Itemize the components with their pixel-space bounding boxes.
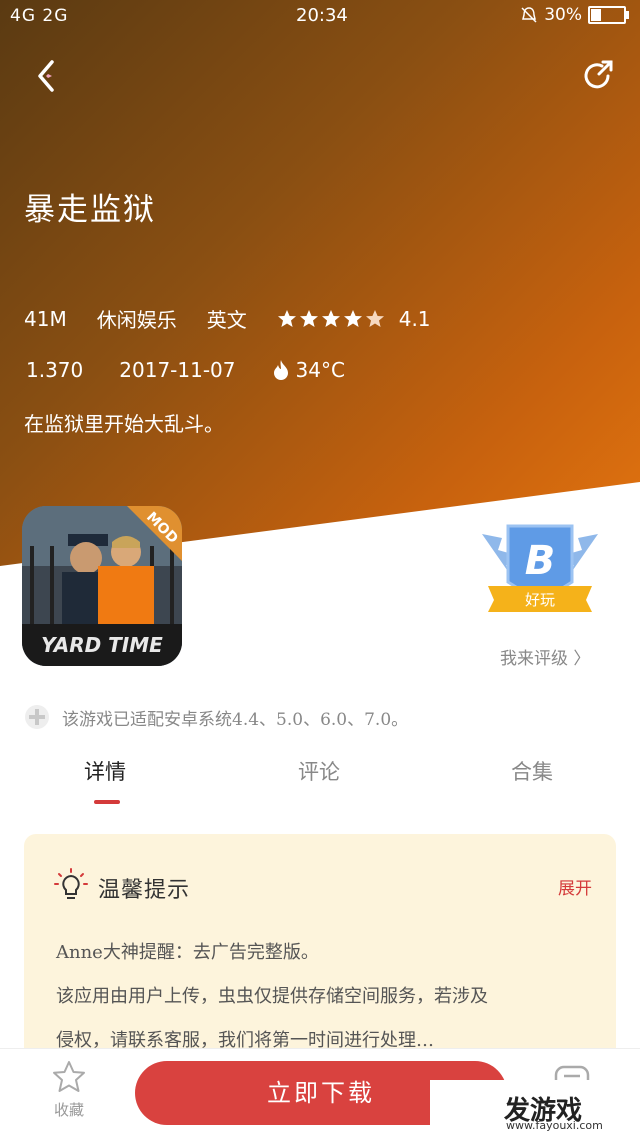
lightbulb-icon [54,868,88,899]
star-icon [299,309,318,327]
mute-icon [521,7,537,23]
rating-stars [277,309,385,329]
tab-details[interactable]: 详情 [84,756,126,786]
app-category: 休闲娱乐 [96,308,177,332]
app-icon: YARD TIME MOD [22,506,182,666]
app-title: 暴走监狱 [24,192,156,228]
tips-line: Anne大神提醒：去广告完整版。 [56,942,319,963]
heat-value: 34°C [295,358,345,382]
rating-value: 4.1 [398,306,431,331]
tab-active-indicator [94,800,120,804]
grade-letter: B [525,538,556,584]
compat-text: 该游戏已适配安卓系统4.4、5.0、6.0、7.0。 [62,709,409,730]
status-right: 30% [520,5,629,25]
app-heat: 34°C [272,358,345,382]
signal-indicator: 4G 2G [10,6,69,26]
star-half-icon [365,309,384,327]
battery-percent: 30% [544,5,582,25]
star-icon [321,309,340,327]
app-meta-row-2: 1.370 2017-11-07 34°C [26,358,345,382]
app-description: 在监狱里开始大乱斗。 [24,412,224,436]
grade-badge: B 好玩 [482,524,598,612]
app-meta-row-1: 41M 休闲娱乐 英文 4.1 [24,304,461,333]
app-date: 2017-11-07 [119,358,236,382]
flame-icon [273,360,288,380]
app-version: 1.370 [26,358,84,382]
app-size: 41M [24,306,67,331]
share-icon[interactable] [578,56,618,96]
battery-icon [588,6,629,24]
tips-expand-button[interactable]: 展开 [558,874,592,899]
tips-title: 温馨提示 [98,878,191,903]
app-icon-artwork: YARD TIME MOD [22,506,182,666]
favorite-button[interactable]: 收藏 [44,1059,94,1120]
app-language: 英文 [206,308,247,332]
rate-link[interactable]: 我来评级 〉 [500,644,590,669]
tab-collections[interactable]: 合集 [511,756,553,786]
status-bar: 4G 2G 20:34 30% [0,0,640,34]
compat-notice: 该游戏已适配安卓系统4.4、5.0、6.0、7.0。 [24,704,408,730]
grade-ribbon-text: 好玩 [525,591,555,609]
star-icon [343,309,362,327]
clock: 20:34 [296,5,348,26]
tips-line: 该应用由用户上传，虫虫仅提供存储空间服务，若涉及 [56,986,488,1007]
tab-comments[interactable]: 评论 [298,756,340,786]
star-outline-icon [53,1061,85,1092]
back-icon[interactable] [28,56,68,96]
tips-card: 温馨提示 展开 Anne大神提醒：去广告完整版。 该应用由用户上传，虫虫仅提供存… [24,834,616,1064]
watermark-url: www.fayouxi.com [506,1119,603,1132]
app-icon-caption: YARD TIME [41,633,163,657]
gamepad-icon [25,705,49,729]
favorite-label: 收藏 [53,1101,84,1119]
star-icon [277,309,296,327]
